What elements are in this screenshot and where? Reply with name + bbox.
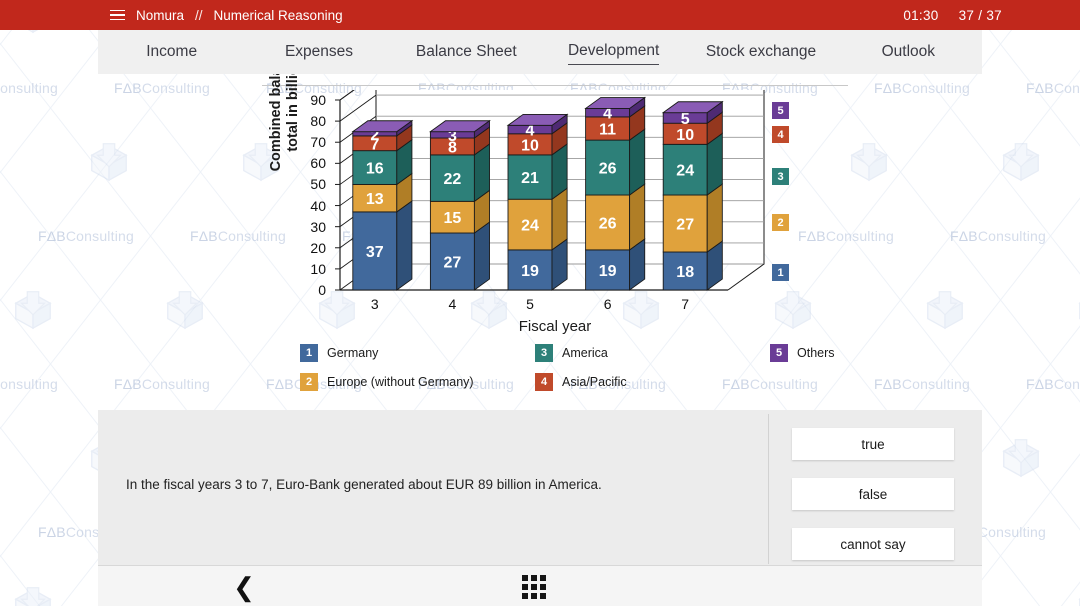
tab-slot: Income (98, 40, 245, 65)
question-panel: In the fiscal years 3 to 7, Euro-Bank ge… (98, 410, 982, 565)
tab-outlook[interactable]: Outlook (835, 40, 982, 65)
bar-value-label: 24 (676, 163, 694, 180)
chart-x-axis-label: Fiscal year (518, 318, 592, 335)
side-legend-chip-2: 2 (772, 214, 789, 231)
top-bar: Nomura // Numerical Reasoning 01:30 37 /… (0, 0, 1080, 30)
grid-overview-icon[interactable] (522, 575, 548, 599)
tab-balance-sheet[interactable]: Balance Sheet (393, 40, 540, 65)
legend-chip-1: 1 (300, 344, 318, 362)
x-tick-label: 6 (603, 296, 612, 312)
legend-label: Germany (327, 346, 379, 360)
bottom-nav: ❮ (98, 565, 982, 606)
x-tick-label: 3 (370, 296, 379, 312)
bar-stack: 27152283 (429, 119, 491, 291)
legend-item-europe-without-germany-: 2 Europe (without Germany) (300, 373, 474, 391)
bar-value-label: 18 (676, 264, 694, 281)
bar-value-label: 27 (676, 217, 694, 234)
bar-value-label: 15 (444, 210, 462, 227)
bar-value-label: 16 (366, 161, 384, 178)
bar-value-label: 26 (599, 161, 617, 178)
question-divider (768, 414, 769, 564)
section-title: Numerical Reasoning (213, 7, 343, 23)
bar-value-label: 22 (444, 171, 462, 188)
bar-value-label: 24 (521, 218, 539, 235)
bar-value-label: 10 (676, 127, 694, 144)
legend-label: Asia/Pacific (562, 375, 627, 389)
bar-value-label: 11 (599, 122, 616, 139)
tab-bar: Income Expenses Balance Sheet Development St… (98, 30, 982, 74)
question-text: In the fiscal years 3 to 7, Euro-Bank ge… (126, 477, 602, 492)
chart-side-legend: 5 4 3 2 1 (772, 96, 812, 296)
brand-label: Nomura (136, 7, 185, 23)
bar-value-label: 19 (521, 263, 539, 280)
legend-chip-4: 4 (535, 373, 553, 391)
bar-value-label: 21 (521, 170, 539, 187)
tab-stock-exchange[interactable]: Stock exchange (687, 40, 834, 65)
hamburger-icon[interactable] (110, 9, 125, 21)
legend-chip-5: 5 (770, 344, 788, 362)
bar-stack: 192421104 (506, 113, 569, 291)
bar-stack: 18 27 24 105 (661, 100, 724, 291)
bar-stack: 37131672 (351, 119, 414, 291)
tab-development[interactable]: Development (567, 39, 660, 65)
bar-value-label: 13 (366, 191, 384, 208)
bar-value-label: 5 (681, 111, 690, 128)
tab-slot: Expenses (245, 40, 392, 65)
side-legend-chip-3: 3 (772, 168, 789, 185)
answer-button-true[interactable]: true (792, 428, 954, 460)
answer-options: true false cannot say (792, 428, 954, 560)
progress-label: 37 / 37 (958, 7, 1002, 23)
legend-label: America (562, 346, 608, 360)
tab-slot: Balance Sheet (393, 40, 540, 65)
side-legend-chip-4: 4 (772, 126, 789, 143)
tab-slot: Development (540, 39, 687, 65)
side-legend-chip-5: 5 (772, 102, 789, 119)
x-tick-label: 7 (681, 296, 690, 312)
legend-label: Others (797, 346, 835, 360)
bar-value-label: 10 (521, 137, 539, 154)
tab-expenses[interactable]: Expenses (245, 40, 392, 65)
bar-value-label: 19 (599, 263, 617, 280)
tab-slot: Outlook (835, 40, 982, 65)
legend-item-others: 5 Others (770, 344, 835, 362)
chart-separator (262, 85, 848, 86)
timer-label: 01:30 (903, 7, 939, 23)
top-bar-right: 01:30 37 / 37 (903, 0, 1002, 30)
brand-separator: // (195, 7, 203, 23)
legend-label: Europe (without Germany) (327, 375, 474, 389)
x-tick-label: 5 (526, 296, 534, 312)
side-legend-chip-1: 1 (772, 264, 789, 281)
app-root: FΔBConsultingFΔBConsultingFΔBConsultingF… (0, 0, 1080, 606)
chart-legend: 1 Germany 2 Europe (without Germany) 3 Americ… (300, 342, 900, 398)
bar-stack: 192626114 (584, 96, 647, 291)
chart-plot: 3713167227152283192421104192626114182724… (335, 90, 765, 291)
answer-button-cannot-say[interactable]: cannot say (792, 528, 954, 560)
legend-item-asia-pacific: 4 Asia/Pacific (535, 373, 627, 391)
x-tick-label: 4 (448, 296, 457, 312)
tab-slot: Stock exchange (687, 40, 834, 65)
bar-value-label: 26 (599, 215, 617, 232)
chevron-left-icon[interactable]: ❮ (230, 573, 258, 601)
legend-item-germany: 1 Germany (300, 344, 378, 362)
bar-value-label: 27 (444, 255, 462, 272)
legend-chip-3: 3 (535, 344, 553, 362)
top-bar-left: Nomura // Numerical Reasoning (110, 0, 343, 30)
legend-item-america: 3 America (535, 344, 608, 362)
bar-value-label: 37 (366, 244, 384, 261)
legend-chip-2: 2 (300, 373, 318, 391)
tab-income[interactable]: Income (98, 40, 245, 65)
answer-button-false[interactable]: false (792, 478, 954, 510)
